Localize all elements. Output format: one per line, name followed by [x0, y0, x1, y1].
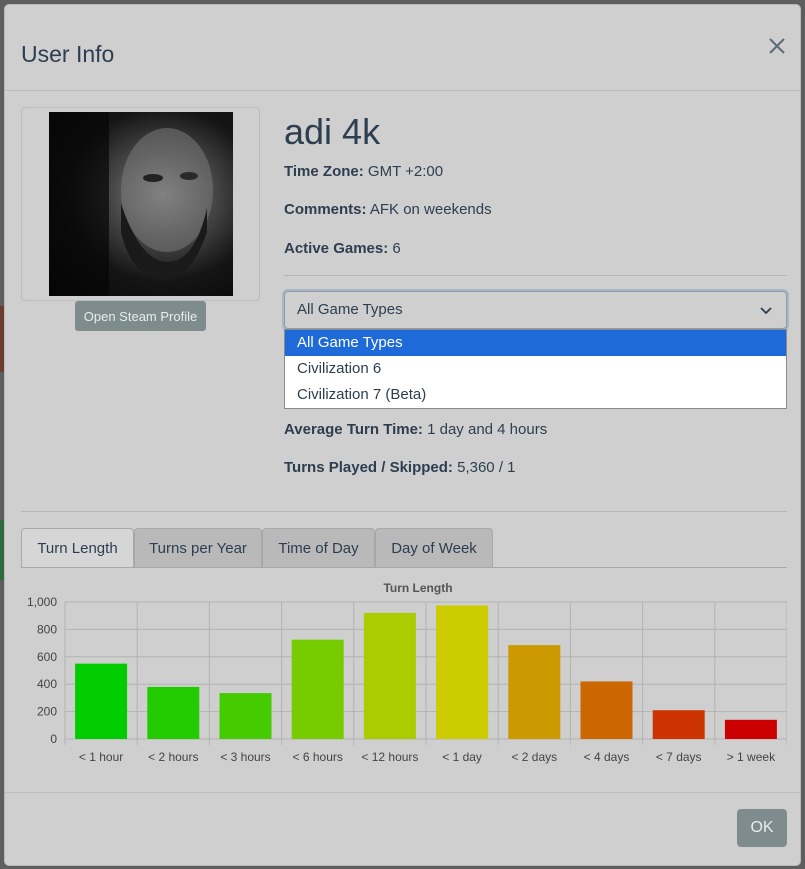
game-type-selected: All Game Types: [297, 301, 403, 318]
bar: [436, 605, 489, 739]
tab-time-of-day[interactable]: Time of Day: [262, 528, 375, 568]
open-steam-profile-button[interactable]: Open Steam Profile: [75, 301, 206, 331]
bar: [580, 681, 633, 739]
x-tick-label: < 1 hour: [79, 750, 123, 764]
y-tick-label: 400: [37, 677, 57, 691]
y-tick-label: 600: [37, 650, 57, 664]
modal-title: User Info: [21, 41, 115, 67]
turns-played-value: 5,360 / 1: [457, 459, 516, 476]
game-type-dropdown: All Game Types Civilization 6 Civilizati…: [284, 329, 787, 409]
x-tick-label: < 1 day: [442, 750, 482, 764]
comments-label: Comments:: [284, 201, 367, 218]
avatar-frame: [21, 107, 260, 301]
divider: [21, 511, 787, 512]
game-type-select[interactable]: All Game Types: [284, 291, 787, 329]
tab-day-of-week[interactable]: Day of Week: [375, 528, 493, 568]
time-zone-row: Time Zone: GMT +2:00: [284, 163, 443, 180]
time-zone-value: GMT +2:00: [367, 163, 444, 180]
x-tick-label: < 6 hours: [293, 750, 343, 764]
ok-button[interactable]: OK: [737, 809, 787, 847]
x-tick-label: < 3 hours: [220, 750, 270, 764]
avatar-portrait: [49, 112, 213, 296]
time-zone-label: Time Zone:: [284, 163, 364, 180]
game-type-option[interactable]: Civilization 6: [285, 356, 786, 382]
modal-footer: [5, 792, 800, 793]
x-tick-label: < 2 hours: [148, 750, 198, 764]
avatar: [49, 112, 233, 296]
y-tick-label: 800: [37, 622, 57, 636]
x-tick-label: < 7 days: [656, 750, 702, 764]
user-name: adi 4k: [284, 111, 381, 152]
turn-length-chart: Turn Length 0 200 400 600 800 1,000 < 1 hour < 2…: [27, 581, 787, 764]
active-games-label: Active Games:: [284, 240, 389, 257]
close-icon[interactable]: [766, 35, 788, 57]
chevron-down-icon: [760, 307, 772, 315]
turns-played-row: Turns Played / Skipped: 5,360 / 1: [284, 459, 516, 476]
bar: [219, 693, 272, 739]
average-turn-label: Average Turn Time:: [284, 421, 423, 438]
divider: [284, 275, 787, 276]
modal-header: User Info: [5, 5, 800, 91]
average-turn-value: 1 day and 4 hours: [427, 421, 548, 438]
tab-turns-per-year[interactable]: Turns per Year: [134, 528, 262, 568]
bar: [363, 612, 416, 739]
bar: [724, 719, 777, 739]
y-tick-label: 200: [37, 705, 57, 719]
bar: [147, 686, 200, 739]
turns-played-label: Turns Played / Skipped:: [284, 459, 453, 476]
y-tick-label: 0: [50, 732, 57, 746]
active-games-value: 6: [392, 240, 401, 257]
tab-turn-length[interactable]: Turn Length: [21, 528, 134, 568]
tab-underline: [21, 567, 787, 568]
bar: [291, 639, 344, 739]
x-tick-label: < 12 hours: [361, 750, 418, 764]
x-tick-label: < 2 days: [511, 750, 557, 764]
bar: [75, 663, 128, 739]
average-turn-row: Average Turn Time: 1 day and 4 hours: [284, 421, 547, 438]
game-type-option[interactable]: All Game Types: [285, 330, 786, 356]
y-tick-label: 1,000: [27, 595, 57, 609]
user-info-modal: User Info Open Steam Profile adi 4k Time…: [4, 4, 801, 866]
active-games-row: Active Games: 6: [284, 240, 401, 257]
x-tick-label: > 1 week: [727, 750, 776, 764]
bar: [508, 645, 561, 739]
game-type-option[interactable]: Civilization 7 (Beta): [285, 382, 786, 408]
x-tick-label: < 4 days: [584, 750, 630, 764]
comments-value: AFK on weekends: [369, 201, 492, 218]
chart-title: Turn Length: [383, 581, 452, 595]
comments-row: Comments: AFK on weekends: [284, 201, 492, 218]
bar: [652, 710, 705, 739]
